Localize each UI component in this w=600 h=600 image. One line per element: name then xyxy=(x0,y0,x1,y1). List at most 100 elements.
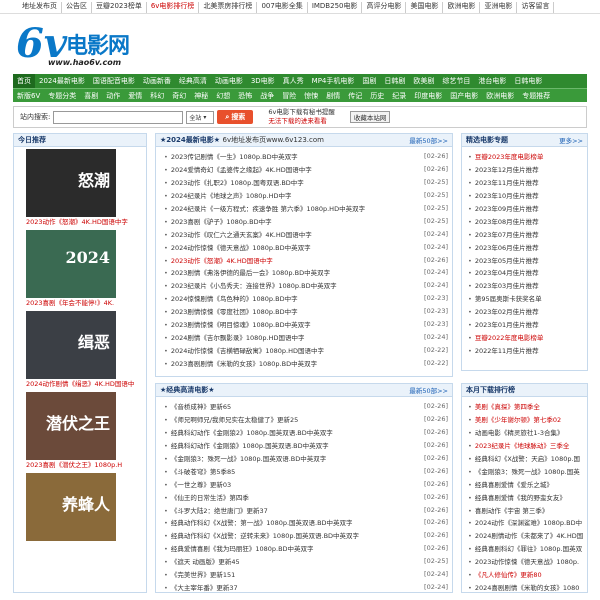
nav-item[interactable]: 首页 xyxy=(13,74,35,88)
topic-link[interactable]: 豆瓣2022年度电影榜单 xyxy=(468,332,544,342)
list-item[interactable]: 《音桥成神》更新65 [02-26] xyxy=(164,400,448,413)
movie-link[interactable]: 2023剧情惊悚《明目惊魂》1080p.BD中英双字 xyxy=(164,319,311,329)
movie-link[interactable]: 2023动作《扎职2》1080p.国粤双语.BD中字 xyxy=(164,177,304,187)
top-link[interactable]: 美国电影 xyxy=(410,2,444,13)
list-item[interactable]: 2023年11月佳片推荐 xyxy=(468,176,584,189)
topic-link[interactable]: 经典喜剧科幻《罪往》1080p.国英双 xyxy=(468,543,582,553)
top-link[interactable]: 豆瓣2023榜单 xyxy=(96,2,147,13)
list-item[interactable]: 《金刚狼3：殊死一战》1080p.国英 xyxy=(468,464,584,477)
topic-link[interactable]: 2022年11月佳片推荐 xyxy=(468,345,539,355)
list-item[interactable]: 美剧《少年谢尔顿》第七季02 xyxy=(468,413,584,426)
list-item[interactable]: 2023年03月佳片推荐 xyxy=(468,279,584,292)
movie-link[interactable]: 《斗罗大陆2：绝世唐门》更新37 xyxy=(164,505,268,515)
movie-poster[interactable]: 缉恶 xyxy=(26,311,116,379)
top-link[interactable]: 欧洲电影 xyxy=(447,2,481,13)
poster-caption[interactable]: 2024动作剧情《缉恶》4K.HD国语中 xyxy=(26,379,146,390)
list-item[interactable]: 喜剧动作《宇宙 第三季》 xyxy=(468,503,584,516)
topic-link[interactable]: 第95届奥斯卡获奖名单 xyxy=(468,293,542,303)
list-item[interactable]: 2024爱情奇幻《孟婆传之缘起》4K.HD国语中字 [02-26] xyxy=(164,163,448,176)
poster-caption[interactable] xyxy=(26,541,146,552)
movie-link[interactable]: 2023动作《怒潮》4K.HD国语中字 xyxy=(164,255,273,265)
poster-item[interactable]: 怒潮 2023动作《怒潮》4K.HD国语中字 xyxy=(14,147,146,228)
list-item[interactable]: 《完美世界》更新151 [02-24] xyxy=(164,568,448,581)
movie-link[interactable]: 2023动作《叹仁六之通天玄案》4K.HD国语中字 xyxy=(164,229,312,239)
list-item[interactable]: 2023剧情惊悚《零度社团》1080p.BD中字 [02-23] xyxy=(164,305,448,318)
topic-link[interactable]: 《凡人修仙传》更新80 xyxy=(468,569,542,579)
list-item[interactable]: 经典喜剧爱情《我的野蛮女友》 xyxy=(468,490,584,503)
topic-link[interactable]: 经典喜剧爱情《爱乐之城》 xyxy=(468,479,553,489)
movie-link[interactable]: 经典科幻动作《金刚狼2》1080p.国英双语.BD中英双字 xyxy=(164,427,333,437)
movie-link[interactable]: 《遮天 动画版》更新45 xyxy=(164,556,240,566)
topic-link[interactable]: 2023年03月佳片推荐 xyxy=(468,280,539,290)
movie-poster[interactable]: 养蜂人 xyxy=(26,473,116,541)
list-item[interactable]: 2024动作惊悚《德天意战》1080p.BD中英双字 [02-24] xyxy=(164,240,448,253)
nav-item[interactable]: 欧洲电影 xyxy=(482,89,518,102)
download-help-link[interactable]: 无法下载的进来看看 xyxy=(268,117,334,126)
movie-link[interactable]: 2023剧情《弗洛伊德的最后一会》1080p.BD中英双字 xyxy=(164,267,330,277)
movie-link[interactable]: 2024动作惊悚《德天意战》1080p.BD中英双字 xyxy=(164,242,311,252)
topic-link[interactable]: 动画电影《精灵旅社1-3合集》 xyxy=(468,427,564,437)
nav-item[interactable]: 冒险 xyxy=(278,89,300,102)
list-item[interactable]: 豆瓣2022年度电影榜单 xyxy=(468,330,584,343)
nav-item[interactable]: 动作 xyxy=(102,89,124,102)
poster-caption[interactable]: 2023动作《怒潮》4K.HD国语中字 xyxy=(26,217,146,228)
movie-link[interactable]: 2023剧情惊悚《零度社团》1080p.BD中字 xyxy=(164,306,298,316)
site-logo[interactable]: 6v 电影网 www.hao6v.com xyxy=(14,18,134,74)
list-item[interactable]: 2023年10月佳片推荐 xyxy=(468,189,584,202)
list-item[interactable]: 2023动作《怒潮》4K.HD国语中字 [02-26] xyxy=(164,253,448,266)
list-item[interactable]: 2024纪录片《地球之声》1080p.HD中字 [02-25] xyxy=(164,189,448,202)
list-item[interactable]: 2023年07月佳片推荐 xyxy=(468,227,584,240)
list-item[interactable]: 2023年08月佳片推荐 xyxy=(468,214,584,227)
nav-item[interactable]: 经典高清 xyxy=(175,74,211,88)
list-item[interactable]: 经典动作科幻《X战警：逆转未来》1080p.国英双语.BD中英双字 [02-26] xyxy=(164,529,448,542)
nav-item[interactable]: 2024最新电影 xyxy=(35,74,89,88)
nav-item[interactable]: 纪录 xyxy=(388,89,410,102)
list-item[interactable]: 豆瓣2023年度电影榜单 xyxy=(468,150,584,163)
list-item[interactable]: 2023喜剧剧情《米勒的女孩》1080p.BD中英双字 [02-22] xyxy=(164,356,448,369)
top-link[interactable]: IMDB250电影 xyxy=(312,2,363,13)
list-item[interactable]: 经典科幻动作《金刚狼2》1080p.国英双语.BD中英双字 [02-26] xyxy=(164,426,448,439)
movie-poster[interactable]: 2024 xyxy=(26,230,116,298)
list-item[interactable]: 《斗罗大陆2：绝世唐门》更新37 [02-26] xyxy=(164,503,448,516)
download-reminder-link[interactable]: 6v电影下载有秘书提醒 xyxy=(268,108,334,117)
nav-item[interactable]: 幻想 xyxy=(212,89,234,102)
nav-item[interactable]: 国产电影 xyxy=(446,89,482,102)
movie-link[interactable]: 经典动作科幻《X战警：第一战》1080p.国英双语.BD中英双字 xyxy=(164,517,353,527)
nav-item[interactable]: 新版6V xyxy=(13,89,44,102)
list-item[interactable]: 经典科幻《X战警：天启》1080p.国 xyxy=(468,452,584,465)
nav-item[interactable]: 喜剧 xyxy=(80,89,102,102)
list-item[interactable]: 2023年06月佳片推荐 xyxy=(468,240,584,253)
nav-item[interactable]: 动画新番 xyxy=(139,74,175,88)
movie-link[interactable]: 2024纪录片《一级方程式：疾速争胜 第六季》1080p.HD中英双字 xyxy=(164,203,365,213)
top-link[interactable]: 访客留言 xyxy=(521,2,555,13)
topic-link[interactable]: 美剧《真探》第四季全 xyxy=(468,401,540,411)
list-item[interactable]: 经典科幻动作《金刚狼》1080p.国英双语.BD中英双字 [02-26] xyxy=(164,439,448,452)
list-item[interactable]: 经典爱情喜剧《我为玛丽狂》1080p.BD中英双字 [02-26] xyxy=(164,542,448,555)
list-item[interactable]: 经典动作科幻《X战警：第一战》1080p.国英双语.BD中英双字 [02-26] xyxy=(164,516,448,529)
nav-item[interactable]: 恐怖 xyxy=(234,89,256,102)
movie-link[interactable]: 2024惊悚剧情《鸟色种的》1080p.BD中字 xyxy=(164,293,298,303)
nav-item[interactable]: 日韩剧 xyxy=(380,74,409,88)
topic-link[interactable]: 豆瓣2023年度电影榜单 xyxy=(468,151,544,161)
nav-item[interactable]: 印度电影 xyxy=(410,89,446,102)
movie-poster[interactable]: 怒潮 xyxy=(26,149,116,217)
poster-item[interactable]: 2024 2023喜剧《年会不能停!》4K. xyxy=(14,228,146,309)
movie-link[interactable]: 经典科幻动作《金刚狼》1080p.国英双语.BD中英双字 xyxy=(164,440,329,450)
search-button[interactable]: ⌕ 搜索 xyxy=(217,110,254,124)
search-input[interactable] xyxy=(53,110,184,124)
movie-link[interactable]: 2024动作惊悚《吉横牺碌敌寓》1080p.HD国语中字 xyxy=(164,345,324,355)
topic-link[interactable]: 2023年09月佳片推荐 xyxy=(468,203,539,213)
list-item[interactable]: 《一世之尊》更新03 [02-26] xyxy=(164,477,448,490)
poster-item[interactable]: 缉恶 2024动作剧情《缉恶》4K.HD国语中 xyxy=(14,309,146,390)
list-item[interactable]: 《大主宰年番》更新37 [02-24] xyxy=(164,580,448,592)
nav-item[interactable]: 专题分类 xyxy=(44,89,80,102)
list-item[interactable]: 2023年09月佳片推荐 xyxy=(468,202,584,215)
list-item[interactable]: 2023动作惊悚《德天意战》1080p. xyxy=(468,555,584,568)
list-item[interactable]: 《仙王的日常生活》第四季 [02-26] xyxy=(164,490,448,503)
movie-link[interactable]: 《斗破苍穹》第5季85 xyxy=(164,466,235,476)
topic-link[interactable]: 2023年07月佳片推荐 xyxy=(468,229,539,239)
movie-link[interactable]: 《完美世界》更新151 xyxy=(164,569,235,579)
nav-item[interactable]: 动画电影 xyxy=(211,74,247,88)
top-link[interactable]: 地址发布页 xyxy=(22,2,62,13)
list-item[interactable]: 2023年02月佳片推荐 xyxy=(468,305,584,318)
